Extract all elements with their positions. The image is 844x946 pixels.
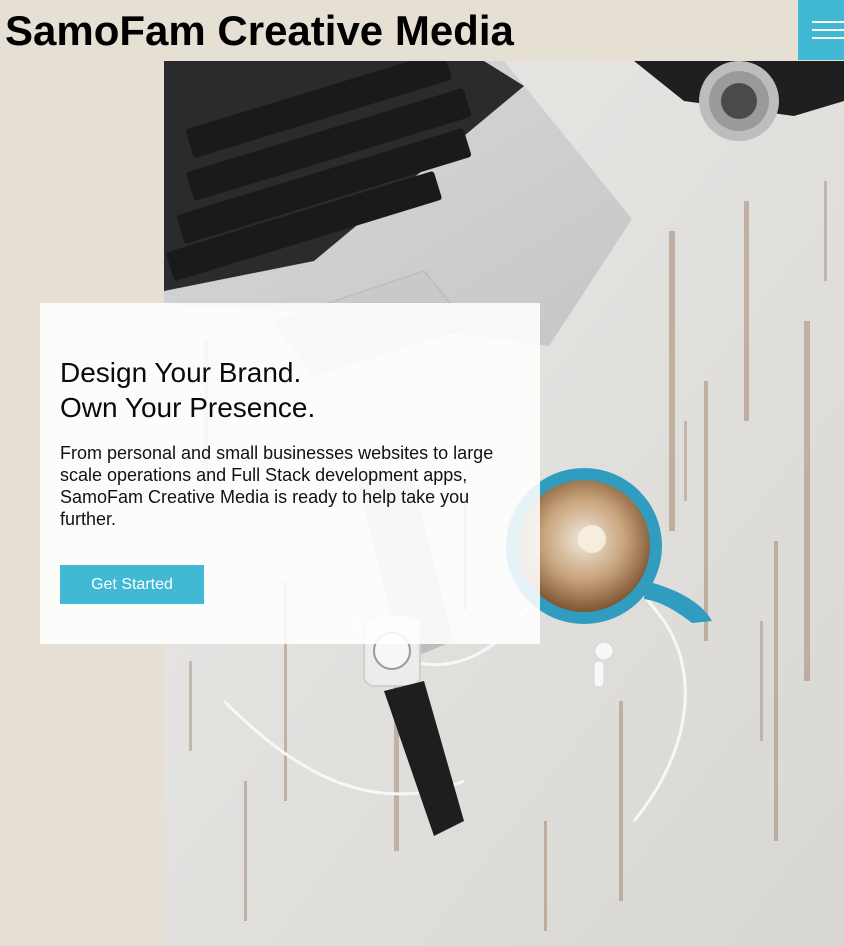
get-started-button[interactable]: Get Started	[60, 565, 204, 604]
site-title[interactable]: SamoFam Creative Media	[5, 3, 514, 59]
hero-heading: Design Your Brand. Own Your Presence.	[60, 355, 315, 425]
hero-description: From personal and small businesses websi…	[60, 443, 494, 529]
hero-heading-line-1: Design Your Brand.	[60, 357, 302, 388]
menu-button[interactable]	[798, 0, 844, 60]
hamburger-menu-icon	[812, 21, 844, 39]
page: SamoFam Creative Media Design Your Brand…	[0, 0, 844, 946]
site-header: SamoFam Creative Media	[0, 0, 844, 61]
hero-heading-line-2: Own Your Presence.	[60, 392, 316, 423]
hero-card: Design Your Brand. Own Your Presence. Fr…	[40, 303, 540, 644]
